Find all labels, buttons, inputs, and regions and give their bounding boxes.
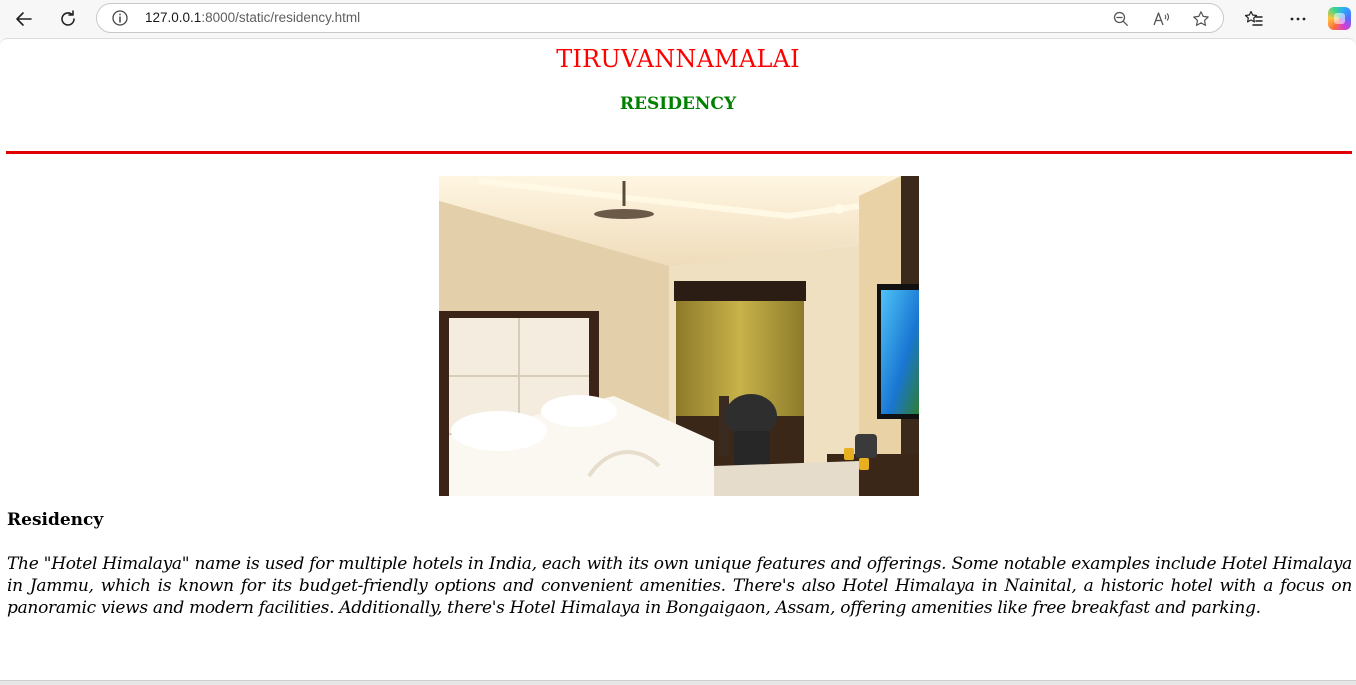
more-button[interactable] [1283, 4, 1313, 34]
zoom-out-button[interactable] [1111, 9, 1131, 29]
divider-line [6, 151, 1352, 154]
page-viewport: TIRUVANNAMALAI RESIDENCY Residency The "… [0, 38, 1356, 680]
hotel-room-illustration [439, 176, 919, 496]
browser-toolbar: 127.0.0.1:8000/static/residency.html [0, 0, 1356, 38]
back-button[interactable] [9, 4, 39, 34]
more-icon [1290, 17, 1306, 21]
back-icon [16, 12, 32, 26]
favorite-button[interactable] [1191, 9, 1211, 29]
page-subtitle: RESIDENCY [619, 94, 737, 114]
refresh-icon [61, 10, 75, 26]
zoom-out-icon [1113, 11, 1128, 26]
hotel-room-image [439, 176, 919, 496]
favorites-button[interactable] [1239, 4, 1269, 34]
url-host: 127.0.0.1 [145, 10, 202, 25]
favorites-icon [1244, 10, 1263, 26]
info-icon[interactable] [111, 9, 129, 27]
address-bar[interactable]: 127.0.0.1:8000/static/residency.html [96, 3, 1224, 33]
window-bottom-edge [0, 680, 1356, 685]
refresh-button[interactable] [53, 4, 83, 34]
read-aloud-button[interactable] [1151, 9, 1171, 29]
url-path: :8000/static/residency.html [201, 10, 361, 25]
copilot-icon[interactable] [1328, 7, 1351, 30]
section-heading: Residency [7, 510, 104, 530]
favorite-star-icon [1193, 11, 1209, 26]
description-paragraph: The "Hotel Himalaya" name is used for mu… [7, 554, 1352, 618]
page-title: TIRUVANNAMALAI [556, 45, 800, 73]
read-aloud-icon [1153, 12, 1170, 26]
url-text[interactable]: 127.0.0.1:8000/static/residency.html [145, 10, 360, 25]
